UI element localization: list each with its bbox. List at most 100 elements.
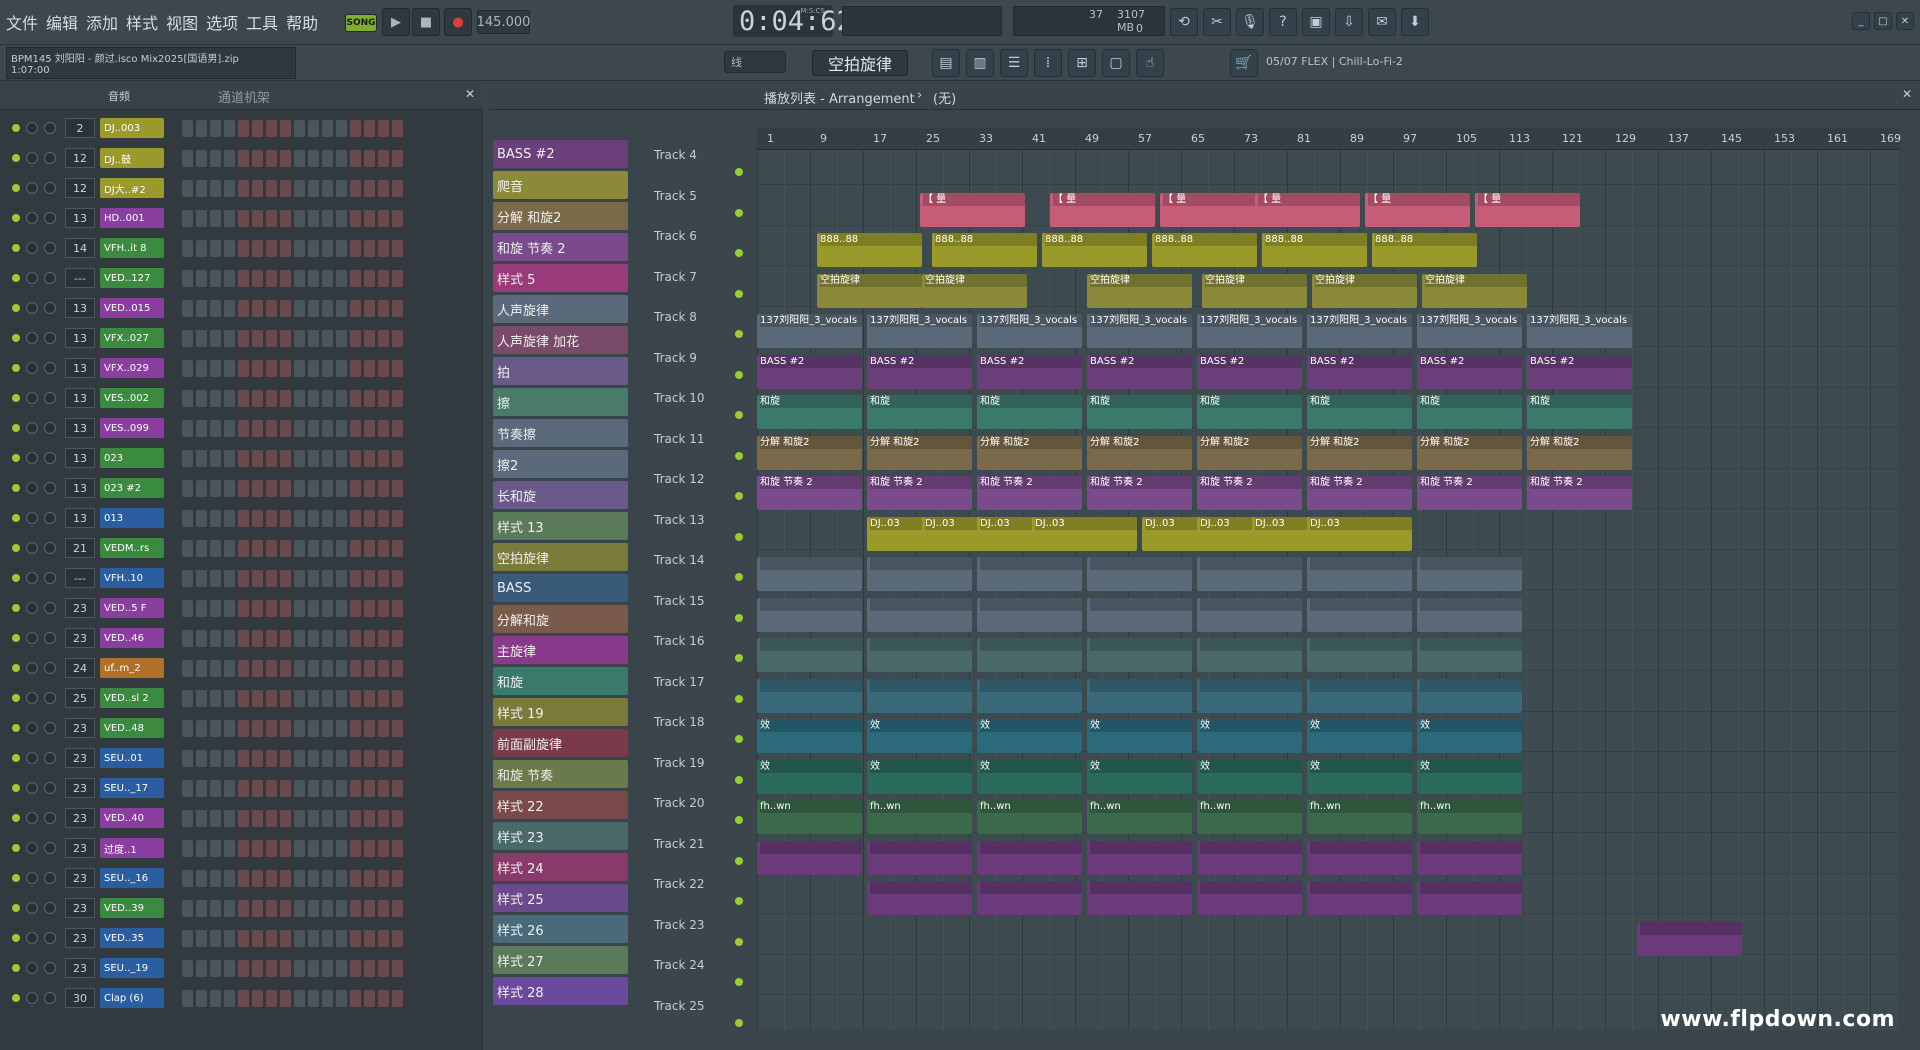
step-button[interactable] bbox=[336, 449, 347, 467]
step-button[interactable] bbox=[336, 629, 347, 647]
plugin-icon[interactable]: ⊞ bbox=[1068, 49, 1096, 77]
step-button[interactable] bbox=[252, 419, 263, 437]
channel-row[interactable]: 23 VED..48 bbox=[4, 714, 470, 742]
preset-news[interactable]: 05/07 FLEX | Chill-Lo-Fi-2 bbox=[1266, 55, 1403, 68]
step-button[interactable] bbox=[182, 299, 193, 317]
channel-name-button[interactable]: 023 bbox=[100, 448, 164, 468]
step-button[interactable] bbox=[238, 269, 249, 287]
pattern-clip[interactable] bbox=[1087, 638, 1192, 672]
step-button[interactable] bbox=[210, 269, 221, 287]
step-button[interactable] bbox=[308, 449, 319, 467]
step-button[interactable] bbox=[350, 749, 361, 767]
step-button[interactable] bbox=[182, 599, 193, 617]
channel-row[interactable]: 30 Clap (6) bbox=[4, 984, 470, 1012]
step-button[interactable] bbox=[210, 449, 221, 467]
step-button[interactable] bbox=[182, 419, 193, 437]
mixer-track-number[interactable]: 13 bbox=[65, 478, 95, 498]
step-button[interactable] bbox=[322, 809, 333, 827]
step-button[interactable] bbox=[238, 149, 249, 167]
step-button[interactable] bbox=[336, 659, 347, 677]
volume-knob[interactable] bbox=[44, 662, 56, 674]
step-button[interactable] bbox=[336, 329, 347, 347]
step-button[interactable] bbox=[364, 419, 375, 437]
step-button[interactable] bbox=[378, 119, 389, 137]
step-button[interactable] bbox=[280, 389, 291, 407]
pattern-clip[interactable]: 效 bbox=[1417, 759, 1522, 794]
pattern-clip[interactable]: 空拍旋律 bbox=[817, 273, 922, 308]
pattern-item[interactable]: 样式 27 bbox=[493, 946, 628, 974]
step-button[interactable] bbox=[336, 749, 347, 767]
pattern-clip[interactable]: BASS #2 bbox=[757, 354, 862, 389]
step-button[interactable] bbox=[196, 419, 207, 437]
pattern-clip[interactable]: 效 bbox=[977, 719, 1082, 753]
channel-row[interactable]: 13 VFX..027 bbox=[4, 324, 470, 352]
menu-help[interactable]: 帮助 bbox=[286, 10, 318, 34]
step-button[interactable] bbox=[210, 359, 221, 377]
pan-knob[interactable] bbox=[26, 842, 38, 854]
track-header[interactable]: Track 8 bbox=[654, 306, 749, 342]
step-button[interactable] bbox=[238, 299, 249, 317]
menu-file[interactable]: 文件 bbox=[6, 10, 38, 34]
pattern-item[interactable]: 样式 13 bbox=[493, 512, 628, 540]
channel-row[interactable]: 13 HD..001 bbox=[4, 204, 470, 232]
step-button[interactable] bbox=[392, 929, 403, 947]
pan-knob[interactable] bbox=[26, 722, 38, 734]
pattern-item[interactable]: BASS #2 bbox=[493, 140, 628, 168]
step-button[interactable] bbox=[224, 569, 235, 587]
step-button[interactable] bbox=[378, 239, 389, 257]
step-button[interactable] bbox=[322, 329, 333, 347]
mixer-track-number[interactable]: --- bbox=[65, 568, 95, 588]
pattern-item[interactable]: 空拍旋律 bbox=[493, 543, 628, 571]
channel-led[interactable] bbox=[12, 574, 20, 582]
track-led[interactable] bbox=[735, 411, 743, 419]
record-button[interactable]: ● bbox=[444, 8, 472, 36]
step-button[interactable] bbox=[308, 389, 319, 407]
channel-name-button[interactable]: VED..40 bbox=[100, 808, 164, 828]
pattern-item[interactable]: 主旋律 bbox=[493, 636, 628, 664]
step-button[interactable] bbox=[196, 689, 207, 707]
mixer-track-number[interactable]: 23 bbox=[65, 598, 95, 618]
step-button[interactable] bbox=[238, 419, 249, 437]
step-button[interactable] bbox=[350, 899, 361, 917]
track-led[interactable] bbox=[735, 937, 743, 946]
step-button[interactable] bbox=[182, 809, 193, 827]
channel-row[interactable]: 2 DJ..003 bbox=[4, 114, 470, 142]
step-button[interactable] bbox=[266, 269, 277, 287]
step-button[interactable] bbox=[224, 119, 235, 137]
step-button[interactable] bbox=[252, 269, 263, 287]
step-button[interactable] bbox=[210, 539, 221, 557]
step-button[interactable] bbox=[378, 149, 389, 167]
pattern-clip[interactable]: 和旋 bbox=[1527, 395, 1632, 429]
pattern-item[interactable]: 爬音 bbox=[493, 171, 628, 199]
pattern-clip[interactable] bbox=[977, 678, 1082, 713]
pattern-clip[interactable]: 和旋 bbox=[977, 395, 1082, 429]
step-button[interactable] bbox=[238, 509, 249, 527]
mixer-track-number[interactable]: 13 bbox=[65, 508, 95, 528]
step-button[interactable] bbox=[210, 989, 221, 1007]
volume-knob[interactable] bbox=[44, 692, 56, 704]
pattern-item[interactable]: 样式 28 bbox=[493, 977, 628, 1005]
channel-row[interactable]: 13 023 #2 bbox=[4, 474, 470, 502]
step-button[interactable] bbox=[182, 239, 193, 257]
step-button[interactable] bbox=[392, 479, 403, 497]
step-button[interactable] bbox=[294, 629, 305, 647]
step-button[interactable] bbox=[266, 179, 277, 197]
channel-led[interactable] bbox=[12, 784, 20, 792]
step-button[interactable] bbox=[336, 899, 347, 917]
track-led[interactable] bbox=[735, 775, 743, 784]
step-button[interactable] bbox=[364, 449, 375, 467]
step-button[interactable] bbox=[322, 689, 333, 707]
pattern-clip[interactable]: fh..wn bbox=[1307, 800, 1412, 834]
mixer-track-number[interactable]: 23 bbox=[65, 778, 95, 798]
step-button[interactable] bbox=[294, 989, 305, 1007]
pan-knob[interactable] bbox=[26, 962, 38, 974]
step-button[interactable] bbox=[378, 299, 389, 317]
pattern-clip[interactable]: 分解 和旋2 bbox=[977, 435, 1082, 470]
rack-close-icon[interactable]: ✕ bbox=[465, 87, 475, 101]
step-button[interactable] bbox=[350, 689, 361, 707]
step-button[interactable] bbox=[182, 869, 193, 887]
step-button[interactable] bbox=[266, 719, 277, 737]
step-button[interactable] bbox=[266, 869, 277, 887]
step-button[interactable] bbox=[280, 719, 291, 737]
pattern-item[interactable]: 和旋 bbox=[493, 667, 628, 695]
